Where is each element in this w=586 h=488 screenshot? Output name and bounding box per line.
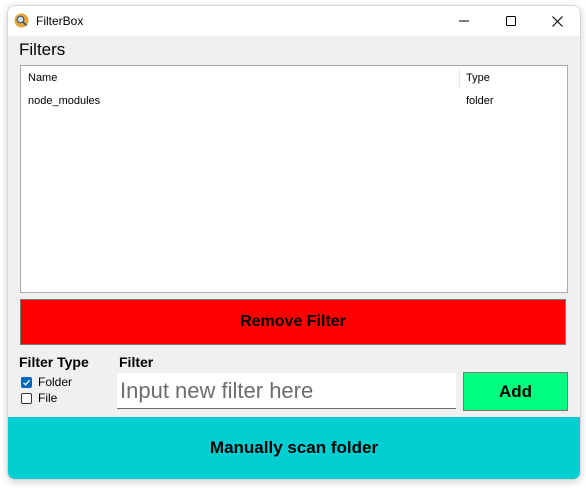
app-window: FilterBox Filters Name Type node_modules…: [7, 5, 581, 480]
column-header-type[interactable]: Type: [466, 66, 490, 90]
filters-table[interactable]: Name Type node_modules folder: [20, 65, 568, 293]
close-button[interactable]: [534, 6, 580, 36]
file-checkbox[interactable]: [21, 392, 32, 404]
filter-input[interactable]: [117, 373, 456, 409]
checkmark-icon: [23, 379, 31, 386]
filters-heading: Filters: [19, 40, 66, 59]
file-label: File: [38, 391, 58, 405]
row-name-cell: node_modules: [28, 95, 101, 107]
filter-type-heading: Filter Type: [19, 354, 89, 370]
minimize-button[interactable]: [441, 6, 487, 36]
add-button[interactable]: Add: [463, 372, 568, 411]
folder-label: Folder: [38, 375, 73, 389]
row-type-cell: folder: [466, 95, 494, 107]
folder-option[interactable]: Folder: [21, 375, 72, 389]
maximize-icon: [506, 16, 516, 26]
folder-checkbox[interactable]: [21, 376, 32, 388]
title-bar[interactable]: FilterBox: [8, 6, 580, 36]
filter-heading: Filter: [119, 354, 154, 370]
maximize-button[interactable]: [488, 6, 534, 36]
remove-filter-button[interactable]: Remove Filter: [20, 299, 566, 345]
magnifier-icon: [14, 13, 29, 28]
column-separator[interactable]: [459, 68, 460, 88]
manual-scan-button[interactable]: Manually scan folder: [8, 417, 580, 479]
file-option[interactable]: File: [21, 391, 57, 405]
column-header-name[interactable]: Name: [28, 66, 57, 90]
window-title: FilterBox: [36, 14, 84, 28]
close-icon: [551, 15, 563, 27]
minimize-icon: [459, 20, 469, 22]
